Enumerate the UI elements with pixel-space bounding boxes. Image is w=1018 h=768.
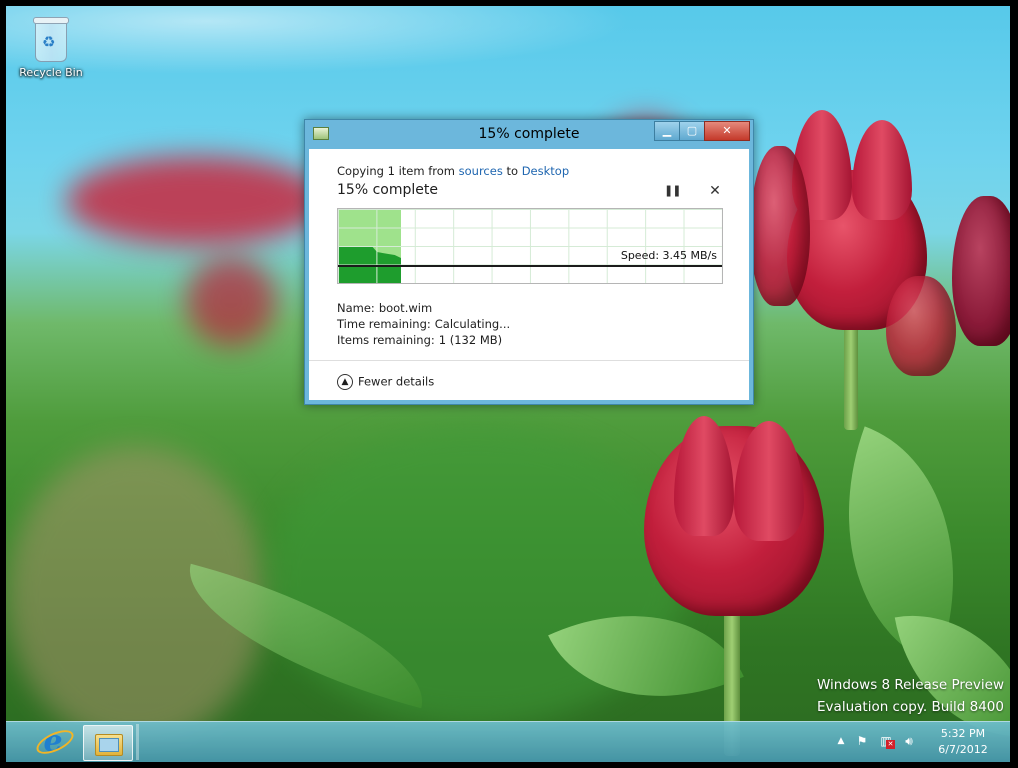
show-hidden-icons-button[interactable]: ▲ [833,733,849,749]
detail-time-remaining: Time remaining: Calculating... [337,317,510,331]
close-icon: ✕ [722,124,732,137]
build-watermark: Windows 8 Release Preview Evaluation cop… [817,674,1004,718]
taskbar-clock[interactable]: 5:32 PM 6/7/2012 [923,726,1003,758]
desktop: Recycle Bin 15% complete ▁ ▢ ✕ Copying 1… [6,6,1010,762]
detail-name-label: Name: [337,301,375,315]
tulip-petal [852,120,912,220]
folder-icon [95,734,123,756]
taskbar: e ▲ ⚑ ▥ ✕ 🔊︎ 5:32 PM 6/7/2012 [6,721,1010,762]
network-error-icon: ✕ [886,740,895,749]
graph-grid [338,209,722,283]
dialog-titlebar[interactable]: 15% complete ▁ ▢ ✕ [305,120,753,147]
tulip-bloom [886,276,956,376]
wallpaper-tulip [886,276,956,386]
speed-label: Speed: 3.45 MB/s [620,249,717,262]
maximize-button[interactable]: ▢ [679,121,705,141]
transfer-speed-graph: Speed: 3.45 MB/s [337,208,723,284]
taskbar-file-explorer[interactable] [83,725,133,761]
fewer-details-label: Fewer details [358,374,435,389]
detail-items-remaining: Items remaining: 1 (132 MB) [337,333,502,347]
tulip-bloom [952,196,1010,346]
cancel-copy-button[interactable]: ✕ [707,183,723,199]
minimize-icon: ▁ [662,124,672,137]
chevron-up-icon: ▲ [337,374,353,390]
recycle-bin-label: Recycle Bin [19,66,83,79]
watermark-line-2: Evaluation copy. Build 8400 [817,699,1004,715]
tulip-bloom [750,146,810,306]
speaker-icon: 🔊︎ [905,734,913,748]
close-icon: ✕ [709,183,721,199]
fewer-details-toggle[interactable]: ▲ Fewer details [337,374,434,390]
network-button[interactable]: ▥ ✕ [878,733,895,749]
action-center-button[interactable]: ⚑ [854,733,870,749]
percent-complete-heading: 15% complete [337,182,438,198]
copy-summary-to: to [506,164,519,178]
dialog-content: Copying 1 item from sources to Desktop 1… [309,149,749,400]
destination-link[interactable]: Desktop [522,164,569,178]
pause-button[interactable]: ❚❚ [664,183,681,199]
dialog-divider [309,360,749,361]
clock-date: 6/7/2012 [938,743,988,756]
copy-summary: Copying 1 item from sources to Desktop [337,164,569,178]
wallpaper-tulip [750,136,810,306]
minimize-button[interactable]: ▁ [654,121,680,141]
detail-items-label: Items remaining: [337,333,435,347]
maximize-icon: ▢ [686,124,698,137]
taskbar-internet-explorer[interactable]: e [28,725,76,759]
wallpaper-blur-red [186,256,276,346]
watermark-line-1: Windows 8 Release Preview [816,677,1004,693]
detail-time-value: Calculating... [434,317,511,331]
recycle-bin-icon [33,17,69,62]
copy-summary-prefix: Copying 1 item from [337,164,455,178]
detail-name-value: boot.wim [378,301,433,315]
detail-time-label: Time remaining: [337,317,431,331]
source-link[interactable]: sources [459,164,503,178]
detail-name: Name: boot.wim [337,301,432,315]
average-speed-line [338,265,722,267]
taskbar-separator [136,724,139,760]
chevron-up-icon: ▲ [837,736,845,746]
desktop-icon-recycle-bin[interactable]: Recycle Bin [14,14,88,79]
wallpaper-blur-red [66,156,326,246]
flag-icon: ⚑ [856,734,868,748]
clock-time: 5:32 PM [940,727,986,740]
copy-progress-dialog: 15% complete ▁ ▢ ✕ Copying 1 item from s… [304,119,754,405]
wallpaper-tulip [634,416,834,756]
volume-button[interactable]: 🔊︎ [901,733,917,749]
detail-items-value: 1 (132 MB) [438,333,503,347]
wallpaper-tulip [952,176,1010,376]
ie-icon: e [38,727,68,757]
pause-icon: ❚❚ [664,184,681,197]
close-button[interactable]: ✕ [704,121,750,141]
